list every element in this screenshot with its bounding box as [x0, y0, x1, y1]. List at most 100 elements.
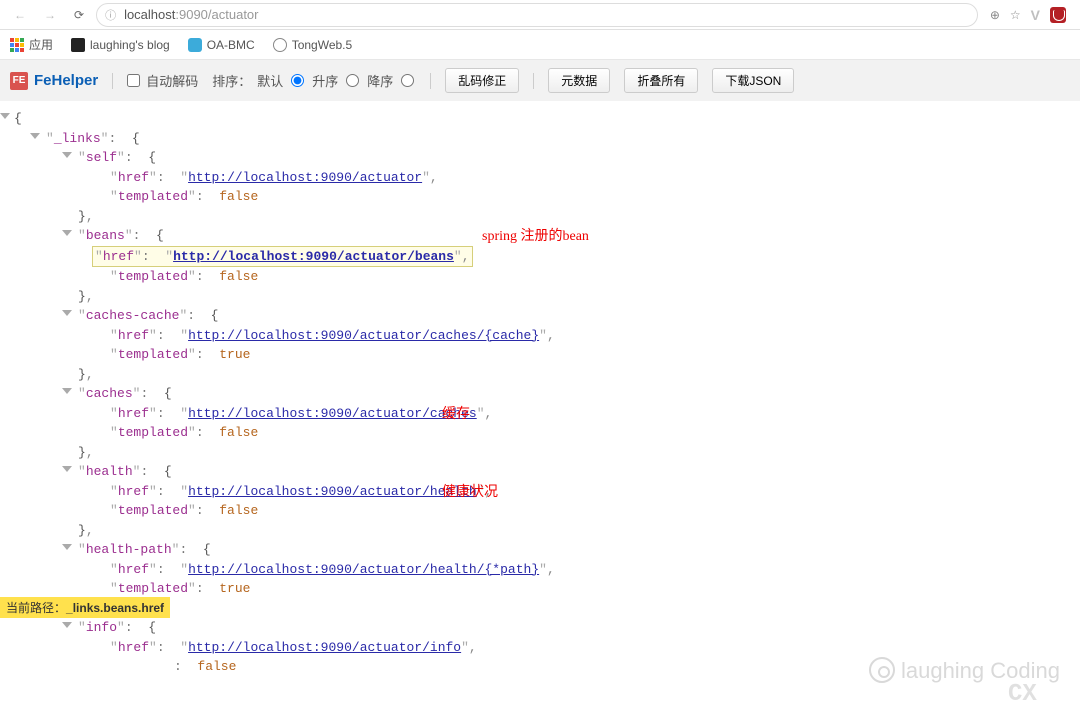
json-key[interactable]: href [118, 562, 149, 577]
json-link[interactable]: http://localhost:9090/actuator/health [188, 484, 477, 499]
logo-text: FeHelper [34, 72, 98, 89]
json-key[interactable]: href [118, 484, 149, 499]
bookmark-bar: 应用 laughing's blog OA-BMC TongWeb.5 [0, 30, 1080, 60]
reload-icon[interactable]: ⟳ [68, 4, 90, 26]
separator [533, 73, 534, 89]
url-path: :9090/actuator [175, 7, 258, 22]
auto-decode-label: 自动解码 [146, 71, 198, 90]
json-link[interactable]: http://localhost:9090/actuator/health/{*… [188, 562, 539, 577]
collapse-toggle[interactable] [62, 622, 72, 628]
json-key[interactable]: href [118, 328, 149, 343]
json-key[interactable]: info [86, 620, 117, 635]
bookmark-star-icon[interactable]: ☆ [1010, 8, 1021, 22]
apps-label: 应用 [29, 36, 53, 53]
ublock-icon[interactable] [1050, 7, 1066, 23]
back-icon[interactable]: ← [8, 4, 32, 26]
json-key[interactable]: templated [118, 189, 188, 204]
collapse-toggle[interactable] [62, 544, 72, 550]
json-link[interactable]: http://localhost:9090/actuator/caches/{c… [188, 328, 539, 343]
extension-v-icon[interactable]: V [1031, 7, 1040, 23]
sort-group: 排序： 默认 升序 降序 [212, 71, 416, 90]
bookmark-tongweb[interactable]: TongWeb.5 [273, 38, 353, 52]
json-bool: false [219, 189, 258, 204]
blog-icon [71, 38, 85, 52]
sort-asc-radio[interactable] [346, 74, 359, 87]
sort-default-label: 默认 [257, 71, 283, 90]
json-key[interactable]: health [86, 464, 133, 479]
logo-icon: FE [10, 72, 28, 90]
json-link[interactable]: http://localhost:9090/actuator/info [188, 640, 461, 655]
url-host: localhost [124, 7, 175, 22]
bookmark-label: TongWeb.5 [292, 38, 353, 52]
download-json-button[interactable]: 下载JSON [712, 68, 794, 93]
json-bool: false [219, 503, 258, 518]
json-key[interactable]: href [118, 640, 149, 655]
json-key[interactable]: href [118, 170, 149, 185]
address-bar[interactable]: ⓘ localhost:9090/actuator [96, 3, 978, 27]
collapse-toggle[interactable] [62, 388, 72, 394]
apps-shortcut[interactable]: 应用 [10, 36, 53, 53]
current-path-footer: 当前路径：_links.beans.href [0, 597, 170, 618]
collapse-toggle[interactable] [0, 113, 10, 119]
bookmark-oabmc[interactable]: OA-BMC [188, 38, 255, 52]
browser-nav: ← → ⟳ ⓘ localhost:9090/actuator ⊕ ☆ V [0, 0, 1080, 30]
collapse-toggle[interactable] [62, 466, 72, 472]
json-key[interactable]: _links [54, 131, 101, 146]
toolbar-right: ⊕ ☆ V [984, 7, 1072, 23]
bookmark-blog[interactable]: laughing's blog [71, 38, 170, 52]
collapse-toggle[interactable] [30, 133, 40, 139]
metadata-button[interactable]: 元数据 [548, 68, 610, 93]
bookmark-label: laughing's blog [90, 38, 170, 52]
fix-encoding-button[interactable]: 乱码修正 [445, 68, 519, 93]
json-bool: false [219, 269, 258, 284]
sort-desc-radio[interactable] [401, 74, 414, 87]
tongweb-icon [273, 38, 287, 52]
annotation: 健康状况 [442, 482, 498, 503]
json-bool: false [197, 659, 236, 674]
json-key[interactable]: self [86, 150, 117, 165]
cx-logo: CX [1008, 677, 1068, 707]
sort-asc-label: 升序 [312, 71, 338, 90]
separator [112, 73, 113, 89]
json-key[interactable]: href [118, 406, 149, 421]
sort-desc-label: 降序 [367, 71, 393, 90]
collapse-toggle[interactable] [62, 310, 72, 316]
json-key[interactable]: templated [118, 347, 188, 362]
json-key[interactable]: templated [118, 269, 188, 284]
json-key[interactable]: templated [118, 503, 188, 518]
brace: { [14, 111, 22, 126]
oa-icon [188, 38, 202, 52]
json-bool: true [219, 581, 250, 596]
json-key[interactable]: templated [118, 581, 188, 596]
path-value: _links.beans.href [66, 601, 164, 615]
fehelper-logo[interactable]: FE FeHelper [10, 72, 98, 90]
json-key[interactable]: templated [118, 425, 188, 440]
collapse-toggle[interactable] [62, 152, 72, 158]
json-link[interactable]: http://localhost:9090/actuator/caches [188, 406, 477, 421]
highlighted-row[interactable]: "href": "http://localhost:9090/actuator/… [92, 246, 473, 268]
separator [430, 73, 431, 89]
sort-default-radio[interactable] [291, 74, 304, 87]
json-bool: true [219, 347, 250, 362]
annotation: 缓存 [442, 404, 470, 425]
auto-decode-checkbox[interactable]: 自动解码 [127, 71, 198, 90]
json-key[interactable]: health-path [86, 542, 172, 557]
sort-label: 排序： [212, 71, 251, 90]
search-in-page-icon[interactable]: ⊕ [990, 8, 1000, 22]
forward-icon[interactable]: → [38, 4, 62, 26]
json-link[interactable]: http://localhost:9090/actuator [188, 170, 422, 185]
annotation: spring 注册的bean [482, 226, 589, 247]
path-label: 当前路径： [6, 601, 66, 615]
wechat-icon [869, 657, 895, 683]
auto-decode-input[interactable] [127, 74, 140, 87]
info-icon[interactable]: ⓘ [105, 7, 116, 23]
fehelper-toolbar: FE FeHelper 自动解码 排序： 默认 升序 降序 乱码修正 元数据 折… [0, 60, 1080, 101]
collapse-all-button[interactable]: 折叠所有 [624, 68, 698, 93]
json-key[interactable]: caches-cache [86, 308, 180, 323]
json-link: http://localhost:9090/actuator/beans [173, 249, 454, 264]
json-key[interactable]: beans [86, 228, 125, 243]
collapse-toggle[interactable] [62, 230, 72, 236]
apps-icon [10, 38, 24, 52]
bookmark-label: OA-BMC [207, 38, 255, 52]
json-key[interactable]: caches [86, 386, 133, 401]
